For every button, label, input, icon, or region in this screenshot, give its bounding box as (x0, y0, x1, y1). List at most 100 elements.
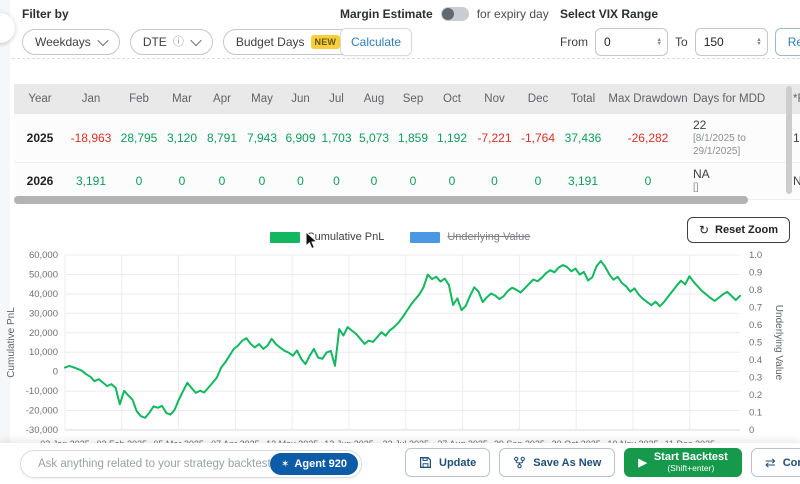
svg-text:0.4: 0.4 (749, 355, 762, 366)
dte-dropdown[interactable]: DTE ⓘ (130, 29, 213, 55)
svg-text:Cumulative PnL: Cumulative PnL (6, 307, 17, 378)
chevron-down-icon (190, 35, 201, 46)
chart-plot[interactable]: 60,00050,00040,00030,00020,00010,0000-10… (0, 215, 800, 451)
vix-from-input[interactable]: 0 ▲▼ (595, 28, 668, 56)
table-header-row: YearJanFebMarAprMayJunJulAugSepOctNovDec… (14, 84, 800, 114)
svg-text:60,000: 60,000 (29, 250, 58, 261)
start-backtest-shortcut: (Shift+enter) (667, 464, 714, 474)
table-cell: 3,191 (66, 174, 116, 188)
table-cell: 0 (472, 174, 517, 188)
table-cell: 0 (319, 174, 354, 188)
table-cell: -7,221 (472, 131, 517, 145)
start-backtest-button[interactable]: ▶ Start Backtest (Shift+enter) (624, 448, 741, 477)
new-badge: NEW (311, 35, 341, 49)
column-header: Jul (319, 93, 354, 105)
chart-legend: Cumulative PnL Underlying Value (0, 231, 800, 243)
column-header: Apr (202, 93, 242, 105)
table-cell: 0 (242, 174, 282, 188)
table-cell: 0 (116, 174, 162, 188)
ask-strategy-input[interactable]: Ask anything related to your strategy ba… (20, 450, 362, 478)
svg-text:0.9: 0.9 (749, 268, 762, 279)
margin-estimate-toggle[interactable] (441, 7, 469, 21)
table-cell: 0 (607, 174, 689, 188)
svg-text:0.2: 0.2 (749, 390, 762, 401)
vix-to-input[interactable]: 150 ▲▼ (695, 28, 768, 56)
weekdays-dropdown[interactable]: Weekdays (22, 29, 120, 55)
divider (12, 58, 800, 59)
dte-dropdown-label: DTE (143, 35, 167, 49)
reset-zoom-button[interactable]: ↻ Reset Zoom (687, 217, 790, 243)
stepper-icon[interactable]: ▲▼ (756, 38, 761, 47)
table-cell: 1,703 (319, 131, 354, 145)
table-cell: 0 (202, 174, 242, 188)
table-cell: 2026 (14, 174, 66, 188)
calculate-button[interactable]: Calculate (340, 28, 412, 56)
update-label: Update (439, 457, 476, 469)
column-header: Nov (472, 93, 517, 105)
fork-icon (513, 456, 526, 469)
table-cell: 37,436 (559, 131, 607, 145)
vix-to-value: 150 (704, 35, 724, 49)
agent-label: Agent 920 (294, 458, 347, 470)
column-header: Jun (282, 93, 319, 105)
chevron-down-icon (97, 35, 108, 46)
margin-estimate-label: Margin Estimate (340, 7, 433, 21)
margin-estimate-group: Margin Estimate for expiry day Calculate (340, 7, 549, 56)
column-header: Mar (162, 93, 202, 105)
table-cell: -18,963 (66, 131, 116, 145)
svg-text:40,000: 40,000 (29, 289, 58, 300)
svg-text:0.6: 0.6 (749, 320, 762, 331)
bottom-action-bar: Ask anything related to your strategy ba… (0, 443, 800, 484)
budget-days-dropdown-label: Budget Days (236, 35, 305, 49)
for-expiry-day-label: for expiry day (477, 7, 549, 21)
column-header: Feb (116, 93, 162, 105)
agent-button[interactable]: ✶ Agent 920 (270, 453, 358, 475)
horizontal-scrollbar[interactable] (14, 196, 748, 204)
table-cell: 22[8/1/2025 to29/1/2025] (689, 118, 789, 158)
compare-backtest-button[interactable]: ⇄ Compare Backtest (751, 448, 800, 477)
svg-text:20,000: 20,000 (29, 328, 58, 339)
vix-from-value: 0 (604, 35, 611, 49)
column-header: Sep (394, 93, 432, 105)
column-header: Aug (354, 93, 394, 105)
weekdays-dropdown-label: Weekdays (35, 35, 91, 49)
column-header: Total (559, 93, 607, 105)
table-cell: 0 (282, 174, 319, 188)
column-header: Year (14, 93, 66, 105)
svg-text:0.1: 0.1 (749, 408, 762, 419)
legend-swatch (270, 232, 300, 243)
table-cell: 1,192 (432, 131, 472, 145)
ask-input-placeholder: Ask anything related to your strategy ba… (38, 458, 270, 470)
save-as-new-label: Save As New (533, 457, 601, 469)
table-cell: NA[] (689, 167, 789, 195)
stepper-icon[interactable]: ▲▼ (657, 38, 662, 47)
svg-text:0.8: 0.8 (749, 285, 762, 296)
svg-text:-20,000: -20,000 (26, 406, 58, 417)
legend-item-cumulative-pnl[interactable]: Cumulative PnL (270, 231, 385, 243)
recalculate-button[interactable]: Re-calculate (775, 28, 800, 56)
play-icon: ▶ (638, 456, 646, 469)
legend-item-underlying-value[interactable]: Underlying Value (410, 231, 530, 243)
column-header: Oct (432, 93, 472, 105)
svg-text:0.5: 0.5 (749, 338, 762, 349)
column-header: Jan (66, 93, 116, 105)
filter-by-label: Filter by (22, 7, 369, 21)
vix-range-title: Select VIX Range (560, 7, 800, 21)
svg-text:0: 0 (749, 425, 754, 436)
save-as-new-button[interactable]: Save As New (499, 448, 615, 477)
refresh-icon: ↻ (699, 223, 709, 237)
legend-swatch (410, 232, 440, 243)
reset-zoom-label: Reset Zoom (715, 224, 778, 236)
table-cell: 0 (517, 174, 559, 188)
column-header: May (242, 93, 282, 105)
compare-backtest-label: Compare Backtest (783, 457, 800, 469)
update-button[interactable]: Update (405, 448, 490, 477)
table-cell: -1,764 (517, 131, 559, 145)
filter-group: Filter by Weekdays DTE ⓘ Budget Days NEW (22, 7, 369, 55)
table-cell: 0 (432, 174, 472, 188)
vertical-scrollbar[interactable] (786, 86, 792, 194)
table-cell: 0 (162, 174, 202, 188)
table-cell: 3,120 (162, 131, 202, 145)
svg-text:0: 0 (53, 367, 58, 378)
svg-text:10,000: 10,000 (29, 347, 58, 358)
